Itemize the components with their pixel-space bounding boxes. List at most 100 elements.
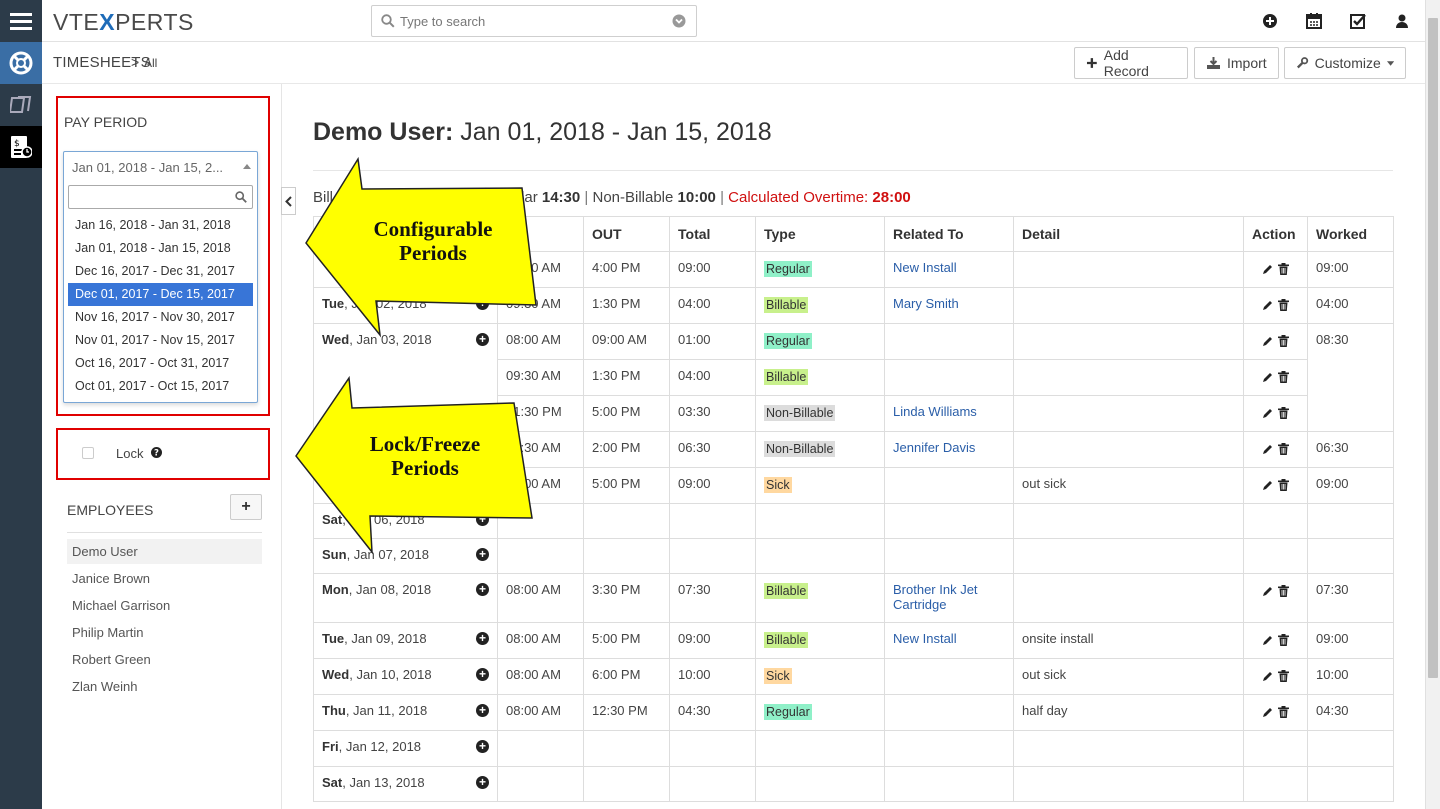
support-lifebuoy-icon[interactable] bbox=[0, 42, 42, 84]
add-entry-plus-icon[interactable]: + bbox=[476, 704, 489, 717]
type-badge: Regular bbox=[764, 261, 812, 277]
employee-item[interactable]: Robert Green bbox=[67, 647, 262, 672]
pay-period-option[interactable]: Dec 16, 2017 - Dec 31, 2017 bbox=[68, 260, 253, 283]
pay-period-dropdown[interactable]: Jan 01, 2018 - Jan 15, 2... Jan 16, 2018… bbox=[63, 151, 258, 403]
delete-trash-icon[interactable] bbox=[1277, 478, 1289, 491]
lock-checkbox[interactable] bbox=[82, 447, 94, 459]
pay-period-option[interactable]: Oct 16, 2017 - Oct 31, 2017 bbox=[68, 352, 253, 375]
edit-pencil-icon[interactable] bbox=[1262, 585, 1274, 597]
col-header-worked[interactable]: Worked bbox=[1307, 216, 1394, 252]
col-header-action[interactable]: Action bbox=[1243, 216, 1308, 252]
delete-trash-icon[interactable] bbox=[1277, 298, 1289, 311]
delete-trash-icon[interactable] bbox=[1277, 705, 1289, 718]
detail-cell: out sick bbox=[1013, 658, 1244, 695]
quick-create-plus-icon[interactable] bbox=[1261, 12, 1279, 30]
add-entry-plus-icon[interactable]: + bbox=[476, 740, 489, 753]
employee-item[interactable]: Zlan Weinh bbox=[67, 674, 262, 699]
add-entry-plus-icon[interactable]: + bbox=[476, 583, 489, 596]
breadcrumb-view[interactable]: All bbox=[144, 56, 157, 70]
tasks-checkbox-icon[interactable] bbox=[1349, 12, 1367, 30]
detail-cell bbox=[1013, 538, 1244, 574]
edit-pencil-icon[interactable] bbox=[1262, 371, 1274, 383]
edit-pencil-icon[interactable] bbox=[1262, 335, 1274, 347]
add-entry-plus-icon[interactable]: + bbox=[476, 668, 489, 681]
total-cell: 03:30 bbox=[669, 395, 756, 432]
pay-period-option[interactable]: Dec 01, 2017 - Dec 15, 2017 bbox=[68, 283, 253, 306]
add-entry-plus-icon[interactable]: + bbox=[476, 776, 489, 789]
customize-button[interactable]: Customize bbox=[1284, 47, 1406, 79]
col-header-detail[interactable]: Detail bbox=[1013, 216, 1244, 252]
employee-item[interactable]: Philip Martin bbox=[67, 620, 262, 645]
page-scrollbar[interactable] bbox=[1425, 0, 1440, 809]
edit-pencil-icon[interactable] bbox=[1262, 443, 1274, 455]
col-header-related-to[interactable]: Related To bbox=[884, 216, 1014, 252]
pay-period-option[interactable]: Nov 16, 2017 - Nov 30, 2017 bbox=[68, 306, 253, 329]
total-cell bbox=[669, 766, 756, 802]
action-cell bbox=[1243, 395, 1308, 432]
scrollbar-thumb[interactable] bbox=[1428, 18, 1438, 678]
tickets-icon[interactable] bbox=[0, 84, 42, 126]
collapse-sidebar-button[interactable] bbox=[281, 187, 296, 215]
user-profile-icon[interactable] bbox=[1393, 12, 1411, 30]
pay-period-search-input[interactable] bbox=[68, 185, 253, 209]
timesheet-row: Sat, Jan 13, 2018 + bbox=[313, 766, 1394, 802]
edit-pencil-icon[interactable] bbox=[1262, 670, 1274, 682]
edit-pencil-icon[interactable] bbox=[1262, 634, 1274, 646]
pay-period-current[interactable]: Jan 01, 2018 - Jan 15, 2... bbox=[72, 160, 223, 175]
calendar-icon[interactable] bbox=[1305, 12, 1323, 30]
help-question-icon[interactable]: ? bbox=[151, 447, 162, 458]
related-to-link[interactable]: Mary Smith bbox=[893, 296, 959, 311]
search-dropdown-chevron-icon[interactable] bbox=[672, 14, 686, 28]
detail-cell bbox=[1013, 323, 1244, 360]
action-cell bbox=[1243, 323, 1308, 360]
related-to-cell bbox=[884, 323, 1014, 360]
total-cell: 04:30 bbox=[669, 694, 756, 731]
edit-pencil-icon[interactable] bbox=[1262, 479, 1274, 491]
edit-pencil-icon[interactable] bbox=[1262, 299, 1274, 311]
related-to-link[interactable]: Jennifer Davis bbox=[893, 440, 975, 455]
delete-trash-icon[interactable] bbox=[1277, 334, 1289, 347]
pay-period-option[interactable]: Jan 16, 2018 - Jan 31, 2018 bbox=[68, 214, 253, 237]
related-to-link[interactable]: Linda Williams bbox=[893, 404, 977, 419]
edit-pencil-icon[interactable] bbox=[1262, 407, 1274, 419]
employees-divider bbox=[67, 532, 262, 533]
related-to-cell bbox=[884, 503, 1014, 539]
vtexperts-logo[interactable]: VTEXPERTS bbox=[53, 9, 194, 36]
col-header-out[interactable]: OUT bbox=[583, 216, 670, 252]
out-time-cell: 12:30 PM bbox=[583, 694, 670, 731]
action-cell bbox=[1243, 359, 1308, 396]
delete-trash-icon[interactable] bbox=[1277, 370, 1289, 383]
search-input[interactable] bbox=[400, 6, 660, 36]
col-header-type[interactable]: Type bbox=[755, 216, 885, 252]
delete-trash-icon[interactable] bbox=[1277, 584, 1289, 597]
total-cell: 09:00 bbox=[669, 251, 756, 288]
related-to-link[interactable]: New Install bbox=[893, 631, 957, 646]
related-to-link[interactable]: Brother Ink Jet Cartridge bbox=[893, 582, 978, 612]
delete-trash-icon[interactable] bbox=[1277, 406, 1289, 419]
import-button[interactable]: Import bbox=[1194, 47, 1279, 79]
delete-trash-icon[interactable] bbox=[1277, 633, 1289, 646]
add-entry-plus-icon[interactable]: + bbox=[476, 632, 489, 645]
edit-pencil-icon[interactable] bbox=[1262, 263, 1274, 275]
employee-item[interactable]: Janice Brown bbox=[67, 566, 262, 591]
delete-trash-icon[interactable] bbox=[1277, 669, 1289, 682]
employee-item[interactable]: Demo User bbox=[67, 539, 262, 564]
delete-trash-icon[interactable] bbox=[1277, 262, 1289, 275]
col-header-total[interactable]: Total bbox=[669, 216, 756, 252]
related-to-link[interactable]: New Install bbox=[893, 260, 957, 275]
edit-pencil-icon[interactable] bbox=[1262, 706, 1274, 718]
pay-period-option[interactable]: Oct 01, 2017 - Oct 15, 2017 bbox=[68, 375, 253, 398]
employee-item[interactable]: Michael Garrison bbox=[67, 593, 262, 618]
timesheet-icon[interactable]: $ bbox=[0, 126, 42, 168]
add-employee-button[interactable]: + bbox=[230, 494, 262, 520]
type-badge: Billable bbox=[764, 369, 809, 385]
pay-period-option[interactable]: Nov 01, 2017 - Nov 15, 2017 bbox=[68, 329, 253, 352]
pay-period-option[interactable]: Jan 01, 2018 - Jan 15, 2018 bbox=[68, 237, 253, 260]
dropdown-caret-icon[interactable] bbox=[243, 164, 251, 169]
add-record-button[interactable]: Add Record bbox=[1074, 47, 1188, 79]
action-cell bbox=[1243, 658, 1308, 695]
menu-hamburger-icon[interactable] bbox=[0, 0, 42, 42]
timesheet-row: Tue, Jan 09, 2018 +08:00 AM 5:00 PM 09:00 Bi… bbox=[313, 622, 1394, 659]
action-cell bbox=[1243, 622, 1308, 659]
delete-trash-icon[interactable] bbox=[1277, 442, 1289, 455]
